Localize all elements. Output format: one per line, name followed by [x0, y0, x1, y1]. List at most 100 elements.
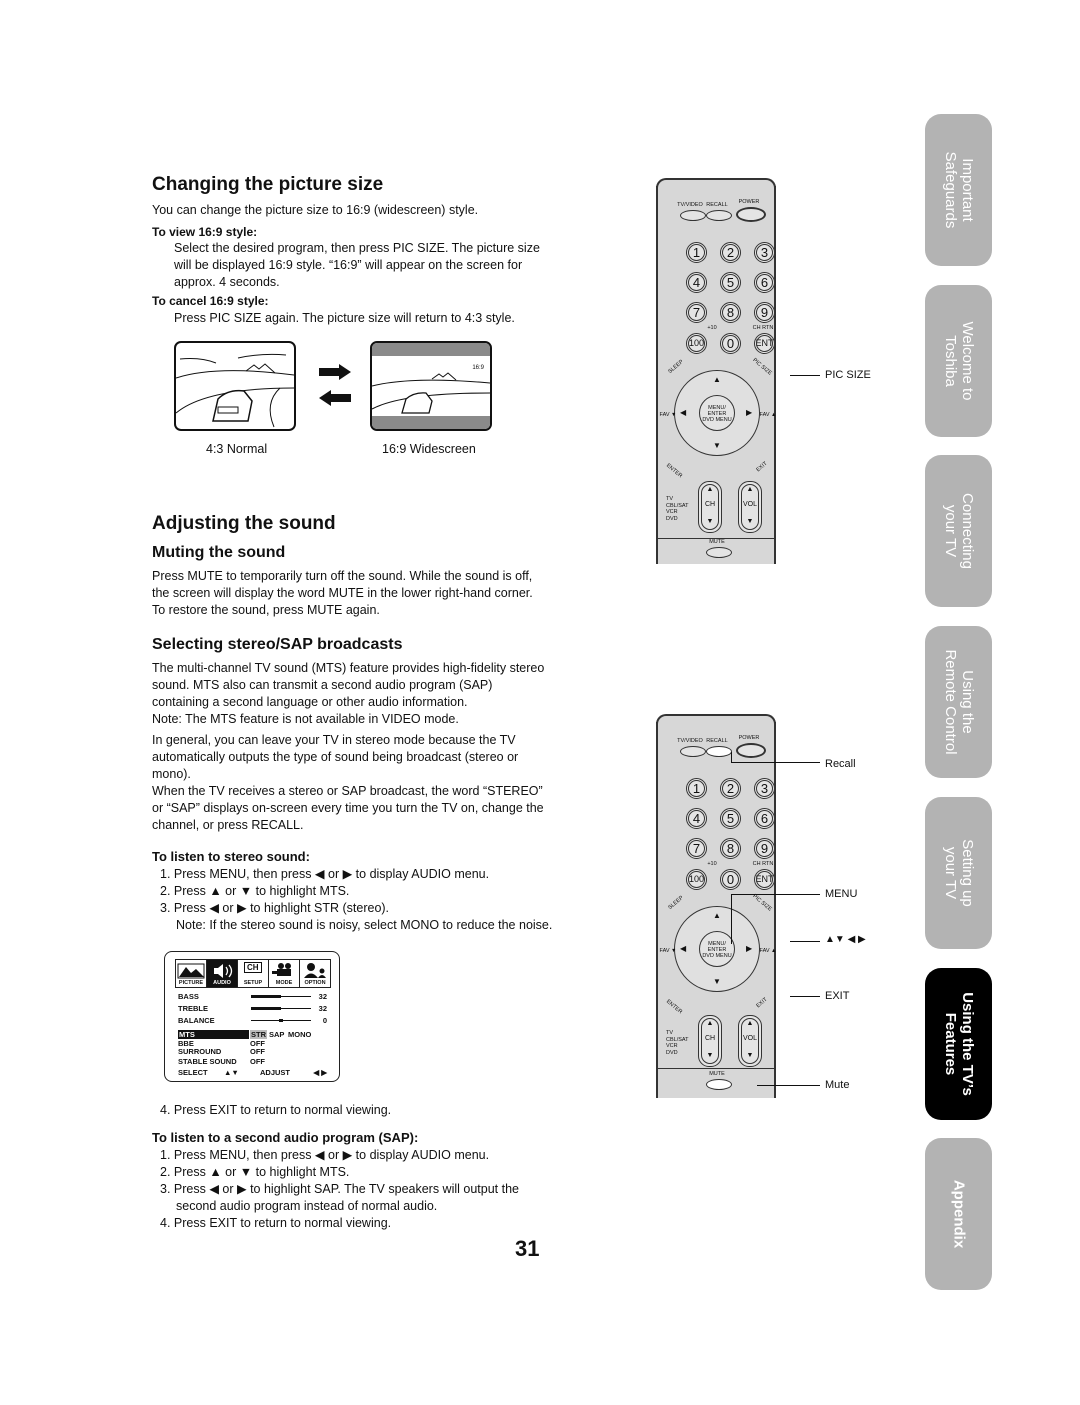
ent-button[interactable]: ENT: [754, 333, 775, 354]
ch-down-icon[interactable]: ▼: [699, 518, 721, 525]
side-tab-connecting-your-tv[interactable]: Connecting your TV: [925, 455, 992, 607]
ch-up-icon[interactable]: ▲: [699, 1020, 721, 1027]
para-line: sound. MTS also can transmit a second au…: [152, 678, 493, 692]
sap-step: 1. Press MENU, then press ◀ or ▶ to disp…: [160, 1148, 490, 1162]
digit-7-button[interactable]: 7: [686, 302, 707, 323]
para-line: containing a second language or other au…: [152, 695, 468, 709]
bass-slider: [251, 995, 311, 998]
channel-rocker[interactable]: ▲ CH ▼: [698, 481, 722, 533]
power-button[interactable]: [736, 743, 766, 758]
side-tab-important-safeguards[interactable]: Important Safeguards: [925, 114, 992, 266]
digit-5-button[interactable]: 5: [720, 808, 741, 829]
digit-3-button[interactable]: 3: [754, 778, 775, 799]
volume-rocker[interactable]: ▲ VOL ▼: [738, 1015, 762, 1067]
menu-enter-button[interactable]: MENU/ ENTER DVD MENU: [699, 931, 735, 967]
callout-line: [731, 762, 820, 763]
digit-5-button[interactable]: 5: [720, 272, 741, 293]
digit-9-button[interactable]: 9: [754, 838, 775, 859]
para-line: mono).: [152, 767, 191, 781]
vol-down-icon[interactable]: ▼: [739, 1052, 761, 1059]
chrtn-label: CH RTN: [752, 325, 774, 331]
muting-text: Press MUTE to temporarily turn off the s…: [152, 568, 533, 619]
tvvideo-button[interactable]: [680, 746, 706, 757]
mute-button[interactable]: [706, 547, 732, 558]
enter-button[interactable]: ENTER: [657, 456, 691, 486]
callout-line: [757, 1085, 820, 1086]
tab-line: Welcome to: [958, 321, 976, 401]
side-tab-using-tvs-features[interactable]: Using the TV’s Features: [925, 968, 992, 1120]
pic-size-button[interactable]: PIC SIZE: [745, 352, 779, 382]
center-line: DVD MENU: [702, 417, 732, 423]
up-arrow-icon[interactable]: ▲: [713, 911, 721, 920]
chrtn-label: CH RTN: [752, 861, 774, 867]
footer-select-label: SELECT: [178, 1068, 208, 1077]
digit-9-button[interactable]: 9: [754, 302, 775, 323]
osd-tab-picture: PICTURE: [176, 960, 207, 987]
recall-button[interactable]: [706, 746, 732, 757]
picture-icon: [177, 963, 205, 979]
pic-size-button[interactable]: PIC SIZE: [745, 888, 779, 918]
exit-button[interactable]: EXIT: [745, 988, 779, 1018]
digit-3-button[interactable]: 3: [754, 242, 775, 263]
power-label: POWER: [738, 735, 760, 741]
ch-label: CH: [704, 1035, 716, 1042]
volume-rocker[interactable]: ▲ VOL ▼: [738, 481, 762, 533]
digit-2-button[interactable]: 2: [720, 778, 741, 799]
power-button[interactable]: [736, 207, 766, 222]
vol-up-icon[interactable]: ▲: [739, 1020, 761, 1027]
para-line: or “SAP” displays on-screen every time y…: [152, 801, 544, 815]
callout-pic-size: PIC SIZE: [825, 369, 871, 381]
channel-rocker[interactable]: ▲ CH ▼: [698, 1015, 722, 1067]
down-arrow-icon[interactable]: ▼: [713, 441, 721, 450]
digit-8-button[interactable]: 8: [720, 838, 741, 859]
osd-tab-label: AUDIO: [213, 980, 231, 986]
footer-adjust-label: ADJUST: [260, 1068, 291, 1077]
side-tab-using-remote-control[interactable]: Using the Remote Control: [925, 626, 992, 778]
ch-down-icon[interactable]: ▼: [699, 1052, 721, 1059]
digit-4-button[interactable]: 4: [686, 272, 707, 293]
digit-7-button[interactable]: 7: [686, 838, 707, 859]
digit-6-button[interactable]: 6: [754, 272, 775, 293]
section-title-adjusting-sound: Adjusting the sound: [152, 513, 336, 534]
mute-button[interactable]: [706, 1079, 732, 1090]
digit-8-button[interactable]: 8: [720, 302, 741, 323]
treble-fill: [251, 1007, 281, 1010]
side-tab-appendix[interactable]: Appendix: [925, 1138, 992, 1290]
digit-1-button[interactable]: 1: [686, 242, 707, 263]
stereo-step: 3. Press ◀ or ▶ to highlight STR (stereo…: [160, 901, 390, 915]
osd-row-treble: TREBLE 32: [178, 1004, 327, 1014]
digit-0-button[interactable]: 0: [720, 333, 741, 354]
side-tab-setting-up-your-tv[interactable]: Setting up your TV: [925, 797, 992, 949]
stable-sound-value: OFF: [250, 1057, 265, 1066]
callout-exit: EXIT: [825, 990, 850, 1002]
tvvideo-button[interactable]: [680, 210, 706, 221]
digit-6-button[interactable]: 6: [754, 808, 775, 829]
sleep-button[interactable]: SLEEP: [659, 352, 693, 382]
digit-2-button[interactable]: 2: [720, 242, 741, 263]
vol-down-icon[interactable]: ▼: [739, 518, 761, 525]
down-arrow-icon[interactable]: ▼: [713, 977, 721, 986]
exit-button[interactable]: EXIT: [745, 452, 779, 482]
para-line: When the TV receives a stereo or SAP bro…: [152, 784, 543, 798]
enter-button[interactable]: ENTER: [657, 992, 691, 1022]
recall-button[interactable]: [706, 210, 732, 221]
ent-button[interactable]: ENT: [754, 869, 775, 890]
vol-up-icon[interactable]: ▲: [739, 486, 761, 493]
digit-4-button[interactable]: 4: [686, 808, 707, 829]
digit-0-button[interactable]: 0: [720, 869, 741, 890]
arrow-right-icon: [319, 364, 351, 380]
menu-enter-button[interactable]: MENU/ ENTER DVD MENU: [699, 395, 735, 431]
up-arrow-icon[interactable]: ▲: [713, 375, 721, 384]
side-tab-label: Welcome to Toshiba: [942, 322, 976, 401]
mode-switch[interactable]: TV CBL/SAT VCR DVD: [666, 496, 689, 522]
osd-tab-label: SETUP: [243, 980, 263, 986]
side-tab-label: Important Safeguards: [942, 152, 976, 229]
stereo-steps-list: 1. Press MENU, then press ◀ or ▶ to disp…: [152, 866, 552, 934]
digit-1-button[interactable]: 1: [686, 778, 707, 799]
camera-icon: [272, 963, 291, 976]
speaker-icon: [214, 964, 233, 978]
sleep-button[interactable]: SLEEP: [659, 888, 693, 918]
mode-switch[interactable]: TV CBL/SAT VCR DVD: [666, 1030, 689, 1056]
side-tab-welcome-to-toshiba[interactable]: Welcome to Toshiba: [925, 285, 992, 437]
ch-up-icon[interactable]: ▲: [699, 486, 721, 493]
